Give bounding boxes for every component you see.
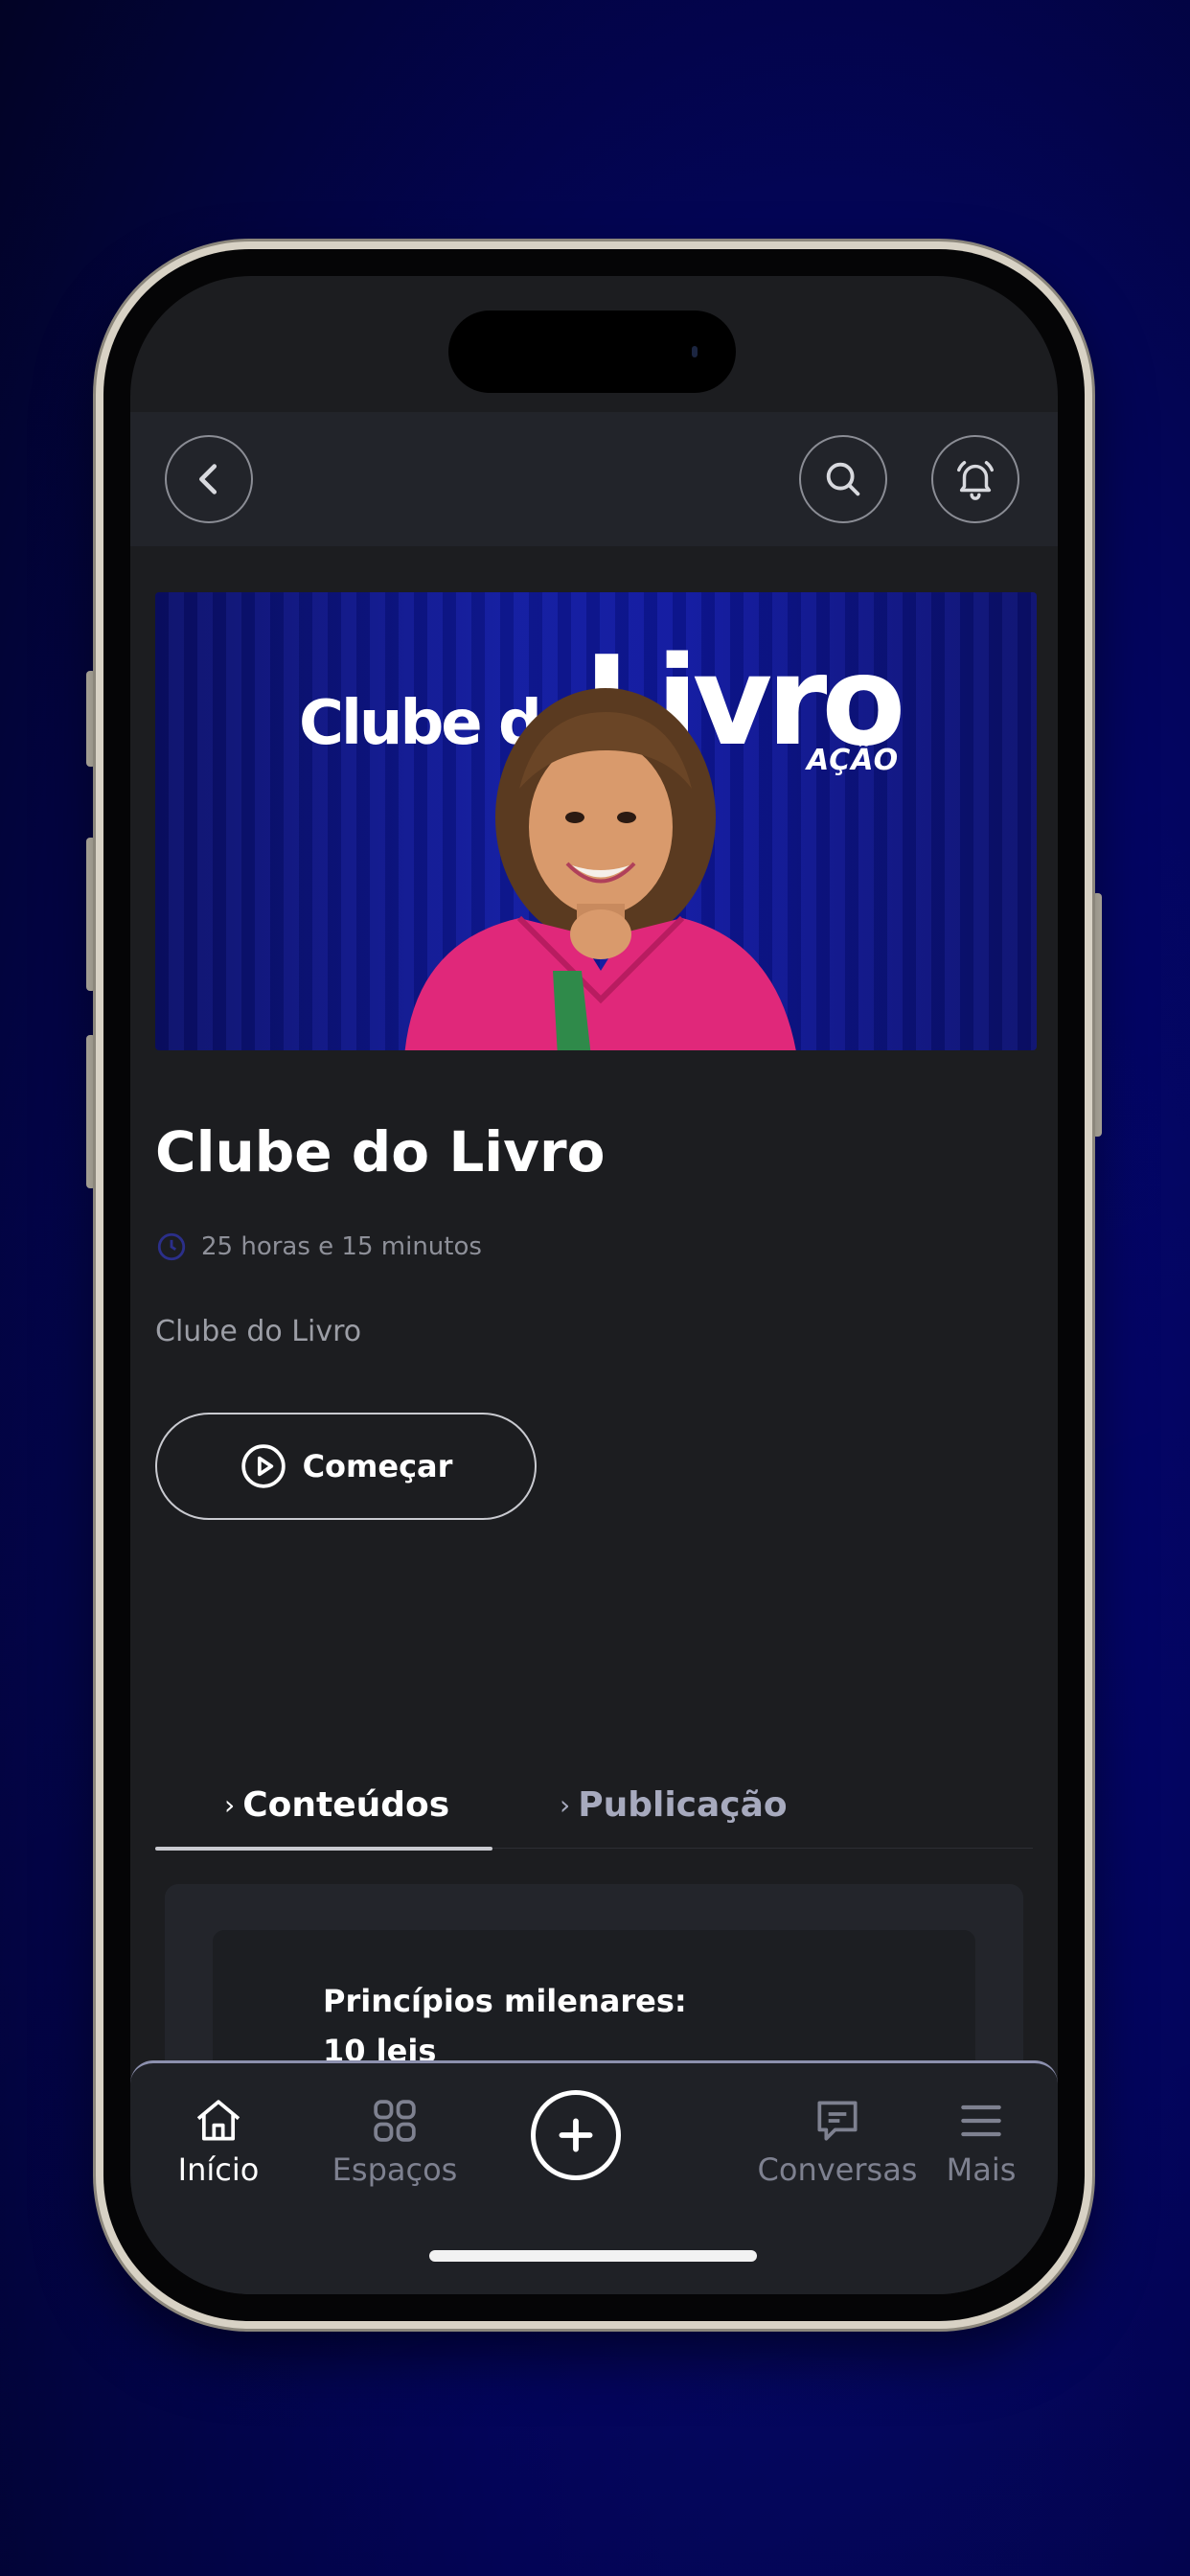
course-duration: 25 horas e 15 minutos bbox=[155, 1230, 482, 1263]
search-icon bbox=[826, 462, 860, 496]
bottom-navigation: Início Espaços Conversas Mais bbox=[130, 2060, 1058, 2294]
course-duration-text: 25 horas e 15 minutos bbox=[201, 1232, 482, 1261]
presenter-photo bbox=[404, 688, 796, 1050]
plus-icon bbox=[559, 2118, 593, 2152]
menu-icon bbox=[961, 2104, 1001, 2137]
top-app-bar bbox=[130, 412, 1058, 546]
tab-conteudos[interactable]: › Conteúdos bbox=[224, 1761, 449, 1848]
bell-icon bbox=[957, 461, 994, 500]
search-button[interactable] bbox=[799, 435, 887, 523]
phone-bezel: Clube do Livro AÇÃO Clube do Livro 25 ho… bbox=[103, 249, 1085, 2321]
home-indicator bbox=[429, 2250, 757, 2262]
nav-item-inicio[interactable]: Início bbox=[132, 2094, 305, 2188]
nav-item-mais-label: Mais bbox=[946, 2151, 1017, 2188]
volume-down-button bbox=[86, 1035, 96, 1188]
start-button[interactable]: Começar bbox=[155, 1413, 537, 1520]
nav-item-mais[interactable]: Mais bbox=[895, 2094, 1058, 2188]
content-tabs: › Conteúdos › Publicação bbox=[155, 1761, 1033, 1851]
volume-up-button bbox=[86, 838, 96, 991]
action-button bbox=[86, 671, 96, 767]
banner-brand-logo: AÇÃO bbox=[807, 744, 900, 777]
nav-item-espacos[interactable]: Espaços bbox=[309, 2094, 481, 2188]
nav-item-inicio-label: Início bbox=[177, 2151, 260, 2188]
chevron-right-icon: › bbox=[560, 1788, 571, 1821]
grid-icon bbox=[374, 2100, 416, 2142]
chat-icon bbox=[817, 2101, 858, 2141]
start-button-label: Começar bbox=[302, 1448, 453, 1484]
app-screen: Clube do Livro AÇÃO Clube do Livro 25 ho… bbox=[130, 276, 1058, 2294]
active-tab-indicator bbox=[155, 1847, 492, 1851]
course-title: Clube do Livro bbox=[155, 1119, 606, 1184]
nav-item-espacos-label: Espaços bbox=[332, 2151, 458, 2188]
add-button[interactable] bbox=[531, 2090, 621, 2180]
tab-conteudos-label: Conteúdos bbox=[242, 1784, 450, 1825]
dynamic-island bbox=[448, 310, 736, 393]
notifications-button[interactable] bbox=[931, 435, 1019, 523]
clock-icon bbox=[157, 1232, 186, 1261]
back-button[interactable] bbox=[165, 435, 253, 523]
play-circle-icon bbox=[240, 1444, 286, 1488]
course-banner: Clube do Livro AÇÃO bbox=[155, 592, 1037, 1050]
tab-publicacao-label: Publicação bbox=[578, 1784, 788, 1825]
chevron-left-icon bbox=[199, 464, 217, 494]
power-button bbox=[1092, 893, 1102, 1137]
home-icon bbox=[196, 2100, 240, 2141]
tab-publicacao[interactable]: › Publicação bbox=[560, 1761, 788, 1848]
nav-item-conversas-label: Conversas bbox=[757, 2151, 918, 2188]
chevron-right-icon: › bbox=[224, 1788, 236, 1821]
phone-frame: Clube do Livro AÇÃO Clube do Livro 25 ho… bbox=[96, 242, 1092, 2329]
course-description: Clube do Livro bbox=[155, 1315, 362, 1348]
